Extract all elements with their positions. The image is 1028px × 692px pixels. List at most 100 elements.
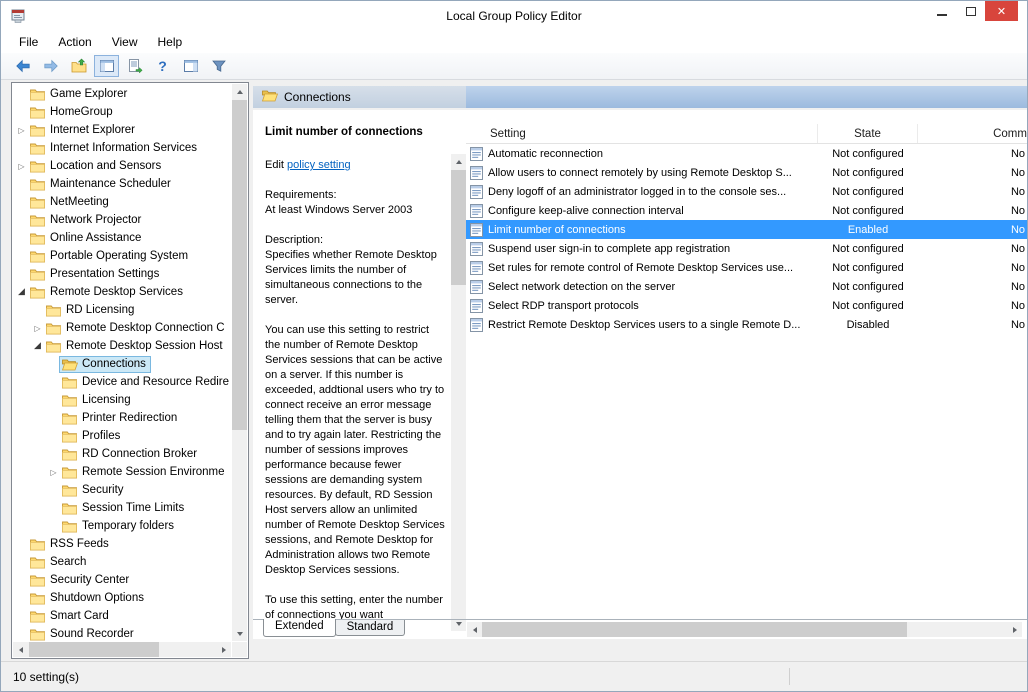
tree-item[interactable]: ▷ Location and Sensors — [13, 157, 231, 175]
tree-item[interactable]: Printer Redirection — [13, 409, 231, 427]
tree-expander-icon[interactable]: ◢ — [31, 341, 44, 351]
up-one-level-icon — [71, 58, 87, 74]
table-row[interactable]: Allow users to connect remotely by using… — [466, 163, 1027, 182]
tree-item[interactable]: Game Explorer — [13, 85, 231, 103]
table-row[interactable]: Limit number of connections Enabled No — [466, 220, 1027, 239]
table-row[interactable]: Configure keep-alive connection interval… — [466, 201, 1027, 220]
scroll-up-button[interactable] — [451, 154, 466, 169]
tree-expander-icon[interactable]: ▷ — [15, 126, 28, 135]
tree-item[interactable]: Search — [13, 553, 231, 571]
forward-button[interactable] — [38, 55, 63, 77]
tree-item[interactable]: Internet Information Services — [13, 139, 231, 157]
scroll-left-button[interactable] — [13, 642, 28, 657]
back-button[interactable] — [10, 55, 35, 77]
tree-item[interactable]: RD Licensing — [13, 301, 231, 319]
policy-setting-icon — [470, 223, 483, 237]
folder-icon — [30, 268, 46, 281]
setting-comment: No — [918, 300, 1027, 312]
tree-item[interactable]: Online Assistance — [13, 229, 231, 247]
tree-expander-icon[interactable]: ▷ — [15, 162, 28, 171]
table-row[interactable]: Deny logoff of an administrator logged i… — [466, 182, 1027, 201]
scroll-thumb[interactable] — [29, 642, 159, 657]
tree-item[interactable]: Maintenance Scheduler — [13, 175, 231, 193]
menu-action[interactable]: Action — [48, 32, 101, 52]
minimize-button[interactable] — [927, 1, 956, 21]
table-row[interactable]: Restrict Remote Desktop Services users t… — [466, 315, 1027, 334]
table-row[interactable]: Automatic reconnection Not configured No — [466, 144, 1027, 163]
tree-item[interactable]: Network Projector — [13, 211, 231, 229]
tree-expander-icon[interactable]: ▷ — [31, 324, 44, 333]
show-action-pane-button[interactable] — [178, 55, 203, 77]
tab-extended[interactable]: Extended — [263, 619, 336, 637]
setting-name: Allow users to connect remotely by using… — [488, 167, 792, 179]
close-button[interactable]: ✕ — [985, 1, 1018, 21]
folder-icon — [30, 196, 46, 209]
column-header-comment[interactable]: Comment — [918, 124, 1027, 143]
maximize-button[interactable] — [956, 1, 985, 21]
folder-icon — [30, 592, 46, 605]
show-console-tree-button[interactable] — [94, 55, 119, 77]
navigation-pane: Game Explorer HomeGroup ▷ — [11, 82, 249, 659]
tree-item[interactable]: NetMeeting — [13, 193, 231, 211]
tree-item[interactable]: ▷ Internet Explorer — [13, 121, 231, 139]
tree-vertical-scrollbar[interactable] — [232, 84, 247, 641]
menu-file[interactable]: File — [9, 32, 48, 52]
table-row[interactable]: Select RDP transport protocols Not confi… — [466, 296, 1027, 315]
tree-item[interactable]: Temporary folders — [13, 517, 231, 535]
description-label: Description: — [265, 233, 447, 248]
tree-horizontal-scrollbar[interactable] — [13, 642, 231, 657]
detail-scrollbar[interactable] — [451, 154, 466, 631]
tab-standard[interactable]: Standard — [335, 620, 406, 636]
tree-item[interactable]: RD Connection Broker — [13, 445, 231, 463]
tree-item[interactable]: Profiles — [13, 427, 231, 445]
setting-comment: No — [918, 281, 1027, 293]
filter-button[interactable] — [206, 55, 231, 77]
menu-help[interactable]: Help — [148, 32, 193, 52]
table-row[interactable]: Select network detection on the server N… — [466, 277, 1027, 296]
tree-item[interactable]: Session Time Limits — [13, 499, 231, 517]
scroll-down-button[interactable] — [232, 626, 247, 641]
scroll-thumb[interactable] — [232, 100, 247, 430]
tree-item[interactable]: Security — [13, 481, 231, 499]
tree-item[interactable]: Connections — [13, 355, 231, 373]
tree-item[interactable]: ▷ Remote Desktop Connection C — [13, 319, 231, 337]
setting-state: Not configured — [818, 262, 918, 274]
tree-item[interactable]: RSS Feeds — [13, 535, 231, 553]
scroll-up-button[interactable] — [232, 84, 247, 99]
scroll-right-button[interactable] — [216, 642, 231, 657]
export-list-button[interactable] — [122, 55, 147, 77]
tree-expander-icon[interactable]: ◢ — [15, 287, 28, 297]
tree-item[interactable]: Shutdown Options — [13, 589, 231, 607]
up-one-level-button[interactable] — [66, 55, 91, 77]
tree-item[interactable]: Sound Recorder — [13, 625, 231, 641]
description-paragraph: You can use this setting to restrict the… — [265, 323, 447, 578]
tree-item-label: Sound Recorder — [50, 628, 134, 640]
policy-setting-icon — [470, 185, 483, 199]
column-header-state[interactable]: State — [818, 124, 918, 143]
tree-item[interactable]: Licensing — [13, 391, 231, 409]
setting-name: Configure keep-alive connection interval — [488, 205, 684, 217]
tree-expander-icon[interactable]: ▷ — [47, 468, 60, 477]
tree-item[interactable]: ◢ Remote Desktop Services — [13, 283, 231, 301]
tree-item[interactable]: HomeGroup — [13, 103, 231, 121]
tree-item[interactable]: Device and Resource Redire — [13, 373, 231, 391]
folder-icon — [62, 430, 78, 443]
tree-item[interactable]: Presentation Settings — [13, 265, 231, 283]
table-row[interactable]: Suspend user sign-in to complete app reg… — [466, 239, 1027, 258]
folder-icon — [62, 448, 78, 461]
folder-icon — [30, 124, 46, 137]
menu-view[interactable]: View — [102, 32, 148, 52]
tree-item[interactable]: ◢ Remote Desktop Session Host — [13, 337, 231, 355]
tree-item[interactable]: Portable Operating System — [13, 247, 231, 265]
table-row[interactable]: Set rules for remote control of Remote D… — [466, 258, 1027, 277]
tree-item[interactable]: Smart Card — [13, 607, 231, 625]
tree-item[interactable]: Security Center — [13, 571, 231, 589]
column-header-setting[interactable]: Setting — [466, 124, 818, 143]
help-button[interactable]: ? — [150, 55, 175, 77]
scroll-thumb[interactable] — [451, 170, 466, 285]
setting-comment: No — [918, 167, 1027, 179]
edit-policy-setting-link[interactable]: policy setting — [287, 159, 351, 171]
tree-item-label: Remote Desktop Connection C — [66, 322, 225, 334]
folder-icon — [30, 178, 46, 191]
tree-item[interactable]: ▷ Remote Session Environme — [13, 463, 231, 481]
